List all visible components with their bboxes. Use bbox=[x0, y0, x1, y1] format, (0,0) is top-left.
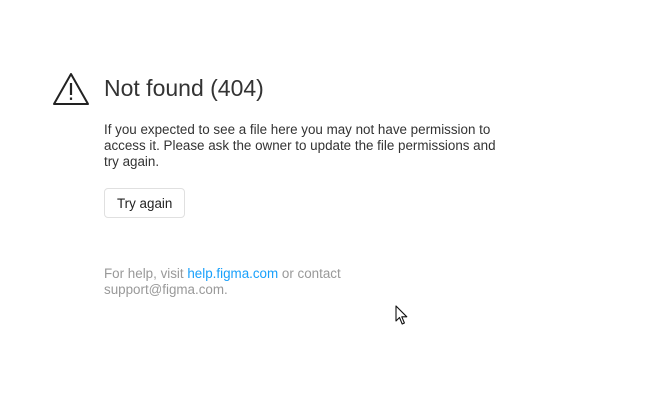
help-suffix: . bbox=[224, 282, 228, 297]
help-prefix: For help, visit bbox=[104, 266, 188, 281]
warning-triangle-icon bbox=[53, 73, 89, 105]
mouse-pointer-icon bbox=[395, 305, 408, 325]
help-link[interactable]: help.figma.com bbox=[187, 266, 278, 281]
help-middle: or contact bbox=[278, 266, 341, 281]
help-text: For help, visit help.figma.com or contac… bbox=[104, 266, 404, 298]
support-email: support@figma.com bbox=[104, 282, 225, 297]
error-message: If you expected to see a file here you m… bbox=[104, 122, 496, 169]
try-again-button[interactable]: Try again bbox=[104, 188, 186, 218]
page-title: Not found (404) bbox=[104, 75, 264, 101]
error-page: Not found (404) If you expected to see a… bbox=[0, 0, 659, 416]
